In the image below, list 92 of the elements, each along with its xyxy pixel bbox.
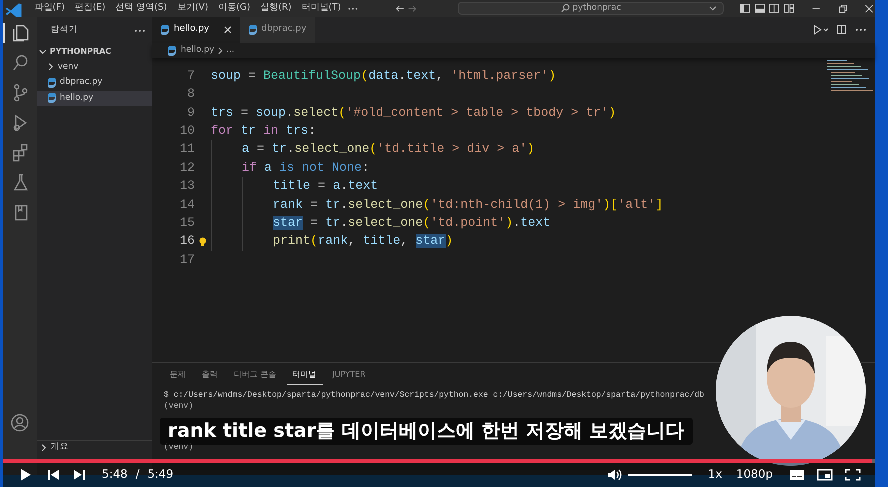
minimap[interactable] (827, 60, 873, 94)
code-line: rank = tr.select_one('td:nth-child(1) > img')['alt'] (211, 196, 664, 214)
restore-icon[interactable] (838, 4, 848, 14)
panel-layout-icon[interactable] (754, 3, 766, 14)
menu-item[interactable]: 실행(R) (255, 2, 297, 16)
menu-item[interactable]: 보기(V) (172, 2, 214, 16)
panel-tab[interactable]: 디버그 콘솔 (228, 369, 283, 385)
playback-speed-button[interactable]: 1x (708, 466, 722, 484)
files-icon[interactable] (11, 23, 31, 43)
outline-section-header[interactable]: 개요 (37, 440, 152, 455)
python-file-icon (47, 92, 57, 104)
line-number: 8 (186, 86, 195, 104)
next-button[interactable] (73, 468, 86, 482)
previous-icon (47, 468, 60, 482)
total-duration: 5:49 (148, 466, 174, 484)
lightbulb-icon[interactable] (199, 236, 207, 247)
chevron-icon (218, 46, 224, 54)
chevron-down-icon (709, 6, 718, 12)
terminal-line: (venv) (164, 442, 194, 453)
miniplayer-icon (817, 468, 833, 482)
custom-layout-icon[interactable] (784, 3, 795, 14)
breadcrumb-file[interactable]: hello.py (167, 44, 215, 57)
split-layout-icon[interactable] (769, 3, 780, 14)
panel-tab[interactable]: 터미널 (286, 369, 323, 385)
terminal-line: (venv) (164, 401, 194, 412)
code-line: if a is not None: (211, 158, 370, 178)
editor-tab[interactable]: hello.py (152, 17, 240, 43)
breadcrumb-more[interactable]: ... (226, 44, 235, 57)
fullscreen-icon (845, 468, 861, 482)
panel-tab[interactable]: 출력 (196, 369, 224, 385)
line-number: 10 (178, 123, 195, 140)
menu-item[interactable]: 이동(G) (213, 2, 256, 16)
back-arrow-icon[interactable] (394, 4, 406, 14)
line-number: 16 (178, 233, 195, 250)
command-center-search[interactable]: pythonprac (458, 2, 724, 15)
line-number: 11 (178, 141, 195, 158)
miniplayer-button[interactable] (817, 468, 833, 482)
run-icon[interactable] (813, 25, 829, 35)
split-editor-icon[interactable] (837, 25, 847, 35)
volume-icon (607, 468, 622, 482)
menu-item[interactable]: 편집(E) (70, 2, 111, 16)
menu-item[interactable]: 파일(F) (30, 2, 70, 16)
python-file-icon (248, 24, 258, 36)
code-line: title = a.text (211, 177, 378, 196)
more-icon[interactable] (855, 27, 867, 33)
account-icon[interactable] (10, 413, 30, 433)
previous-button[interactable] (47, 468, 60, 482)
file-tree-item[interactable]: hello.py (37, 90, 152, 106)
quality-button[interactable]: 1080p (736, 466, 773, 484)
sidebar-layout-icon[interactable] (740, 3, 751, 14)
play-icon (19, 468, 32, 482)
explorer-title: 탐색기 (51, 24, 78, 37)
code-line: print(rank, title, star) (211, 232, 454, 252)
volume-button[interactable] (607, 468, 622, 482)
line-number: 13 (178, 178, 195, 196)
folder-name[interactable]: PYTHONPRAC (50, 46, 112, 58)
line-number: 14 (178, 196, 195, 214)
line-number: 17 (178, 252, 195, 269)
close-icon[interactable] (864, 4, 875, 14)
next-icon (73, 468, 86, 482)
code-line: soup = BeautifulSoup(data.text, 'html.parser') (211, 68, 556, 85)
line-number: 7 (186, 68, 195, 85)
code-line: for tr in trs: (211, 123, 316, 140)
line-number: 12 (178, 160, 195, 177)
code-line: trs = soup.select('#old_content > table > tbody > tr') (211, 104, 616, 122)
file-tree-item[interactable]: dbprac.py (37, 75, 152, 90)
file-tree-item[interactable]: venv (37, 60, 152, 75)
editor-tab[interactable]: dbprac.py (240, 17, 315, 43)
python-file-icon (167, 44, 177, 56)
subtitles-icon (789, 468, 805, 482)
panel-tab[interactable]: JUPYTER (326, 369, 372, 385)
menu-item[interactable]: 선택 영역(S) (110, 2, 172, 16)
flask-icon[interactable] (11, 173, 31, 193)
elapsed-time: 5:48 (102, 466, 128, 484)
code-line: a = tr.select_one('td.title > div > a') (211, 140, 535, 160)
more-icon[interactable] (134, 28, 146, 34)
menu-item[interactable]: 터미널(T) (296, 2, 346, 16)
line-number: 15 (178, 214, 195, 232)
chevron-icon[interactable] (40, 444, 48, 452)
python-file-icon (47, 76, 57, 89)
python-file-icon (160, 24, 170, 36)
line-number: 9 (186, 104, 195, 122)
code-line: star = tr.select_one('td.point').text (211, 214, 551, 233)
close-icon[interactable] (224, 26, 232, 34)
fullscreen-button[interactable] (845, 468, 861, 482)
subtitle-caption: rank title star를 데이터베이스에 한번 저장해 보겠습니다 (160, 418, 693, 445)
time-separator: / (136, 466, 140, 484)
search-icon (560, 4, 570, 13)
terminal-line: $ c:/Users/wndms/Desktop/sparta/pythonprac/venv/Scripts/python.exe c:/Users/wndms/Desktop/sparta/pythonprac/db (164, 390, 704, 401)
subtitles-button[interactable] (789, 468, 805, 482)
panel-tab[interactable]: 문제 (164, 369, 192, 385)
play-button[interactable] (19, 468, 32, 482)
